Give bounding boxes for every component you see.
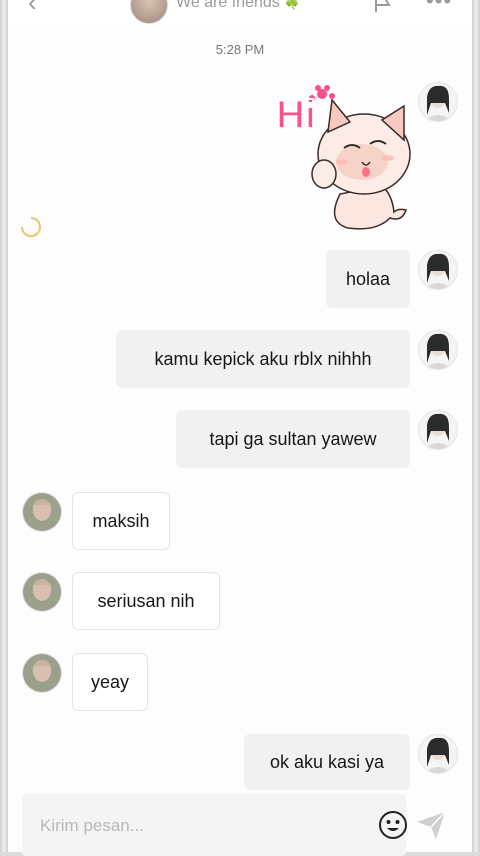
message-bubble-out[interactable]: kamu kepick aku rblx nihhh bbox=[116, 330, 410, 388]
chat-screen: ‹ We are friends 🍀 ••• 5:28 PM Hi holaa … bbox=[8, 0, 472, 856]
message-bubble-in[interactable]: seriusan nih bbox=[72, 572, 220, 630]
emoji-icon bbox=[379, 811, 407, 839]
flag-icon bbox=[375, 0, 391, 12]
message-bubble-out[interactable]: tapi ga sultan yawew bbox=[176, 410, 410, 468]
my-avatar[interactable] bbox=[418, 82, 458, 122]
device-frame-right bbox=[472, 0, 480, 852]
message-timestamp: 5:28 PM bbox=[215, 42, 265, 57]
emoji-button[interactable] bbox=[378, 810, 408, 840]
message-bubble-out[interactable]: ok aku kasi ya bbox=[244, 734, 410, 790]
message-bubble-out[interactable]: holaa bbox=[326, 250, 410, 308]
my-avatar[interactable] bbox=[418, 330, 458, 370]
send-button[interactable] bbox=[414, 808, 448, 842]
hi-cat-sticker[interactable]: Hi bbox=[266, 82, 416, 232]
friend-avatar[interactable] bbox=[22, 492, 62, 532]
message-bubble-in[interactable]: maksih bbox=[72, 492, 170, 550]
header-avatar[interactable] bbox=[130, 0, 168, 24]
chevron-left-icon: ‹ bbox=[28, 0, 37, 17]
my-avatar[interactable] bbox=[418, 250, 458, 290]
message-composer bbox=[22, 794, 408, 856]
send-icon bbox=[417, 811, 446, 839]
svg-text:Hi: Hi bbox=[276, 93, 316, 137]
chat-title: We are friends 🍀 bbox=[176, 0, 300, 12]
clover-emoji: 🍀 bbox=[284, 0, 301, 10]
friend-avatar[interactable] bbox=[22, 572, 62, 612]
my-avatar[interactable] bbox=[418, 734, 458, 774]
cat-sticker-image: Hi bbox=[275, 85, 411, 230]
more-button[interactable]: ••• bbox=[426, 0, 452, 14]
message-bubble-in[interactable]: yeay bbox=[72, 653, 148, 711]
back-button[interactable]: ‹ bbox=[28, 0, 52, 17]
loading-icon bbox=[21, 217, 41, 237]
message-input[interactable] bbox=[38, 812, 342, 840]
device-frame-left bbox=[0, 0, 8, 852]
friend-avatar[interactable] bbox=[22, 653, 62, 693]
more-icon: ••• bbox=[426, 0, 453, 13]
chat-header: ‹ We are friends 🍀 ••• bbox=[8, 0, 472, 24]
my-avatar[interactable] bbox=[418, 410, 458, 450]
report-button[interactable] bbox=[372, 0, 394, 14]
